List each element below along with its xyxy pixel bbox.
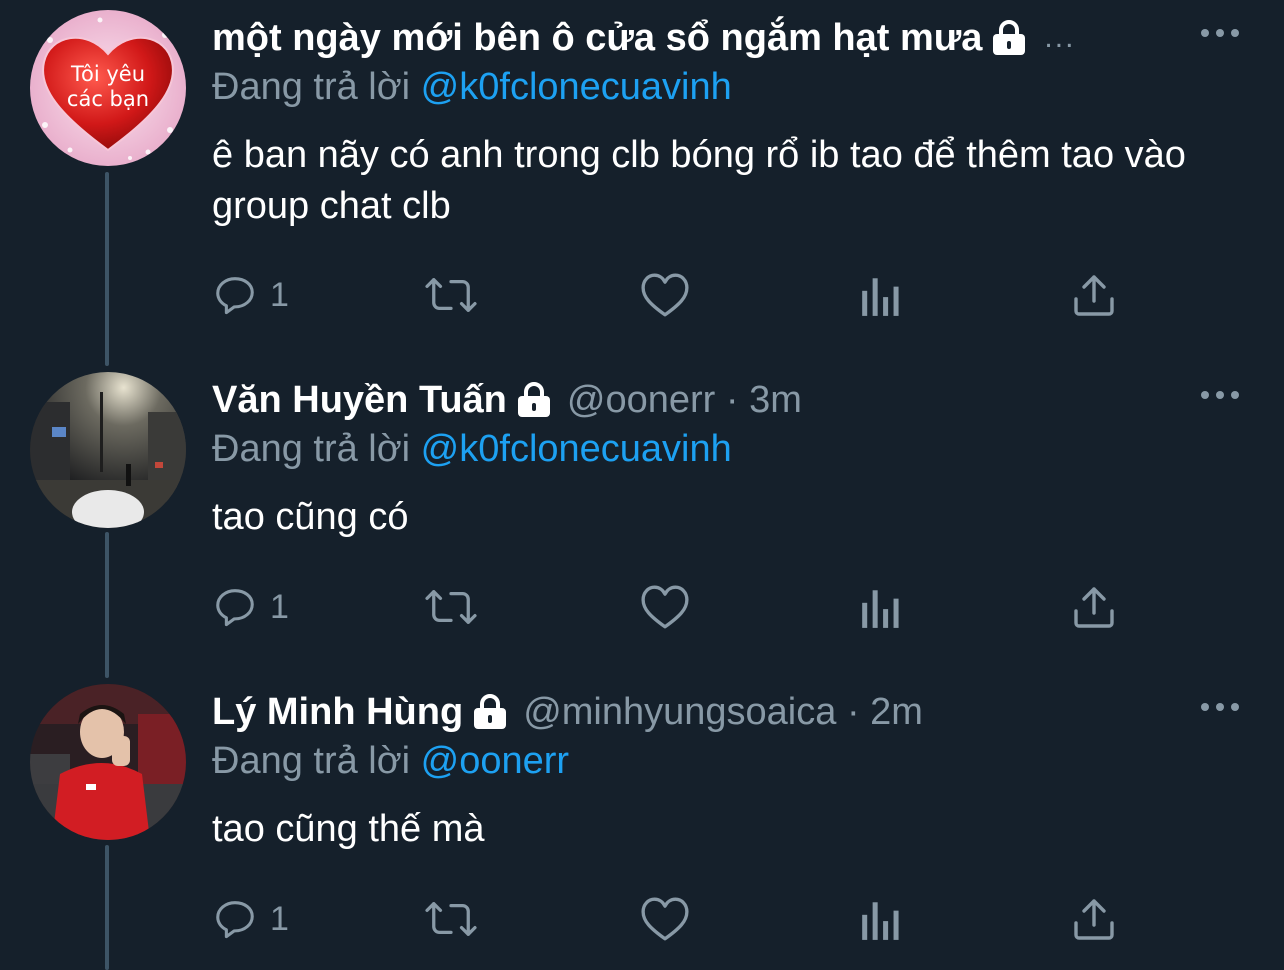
retweet-button[interactable] bbox=[424, 582, 478, 632]
analytics-button[interactable] bbox=[860, 270, 902, 320]
reply-button[interactable]: 1 bbox=[212, 894, 289, 944]
tweet[interactable]: Văn Huyền Tuấn @oonerr · 3m Đang trả lời… bbox=[0, 372, 1284, 662]
tweet[interactable]: Lý Minh Hùng @minhyungsoaica · 2m Đang t… bbox=[0, 684, 1284, 970]
reply-count: 1 bbox=[270, 587, 289, 626]
display-name[interactable]: Lý Minh Hùng bbox=[212, 691, 463, 734]
analytics-button[interactable] bbox=[860, 894, 902, 944]
share-button[interactable] bbox=[1072, 270, 1116, 320]
replying-to-label: Đang trả lời bbox=[212, 66, 411, 108]
tweet[interactable]: Tôi yêu các bạn một ngày mới bên ô cửa s… bbox=[0, 10, 1284, 340]
share-icon bbox=[1074, 587, 1114, 628]
avatar[interactable]: Tôi yêu các bạn bbox=[30, 10, 186, 166]
retweet-icon bbox=[425, 278, 477, 312]
heart-icon bbox=[641, 897, 689, 941]
timestamp[interactable]: 3m bbox=[749, 379, 802, 421]
more-options-icon[interactable] bbox=[1200, 28, 1240, 38]
person-red-jacket-avatar-icon bbox=[30, 684, 186, 840]
avatar[interactable] bbox=[30, 372, 186, 528]
replying-to: Đang trả lời @k0fclonecuavinh bbox=[212, 66, 732, 109]
replying-to: Đang trả lời @k0fclonecuavinh bbox=[212, 428, 732, 471]
share-icon bbox=[1074, 275, 1114, 316]
retweet-icon bbox=[425, 590, 477, 624]
tweet-text: tao cũng có bbox=[212, 496, 409, 538]
reply-button[interactable]: 1 bbox=[212, 270, 289, 320]
like-button[interactable] bbox=[640, 894, 690, 944]
replying-to-label: Đang trả lời bbox=[212, 740, 411, 782]
lock-icon bbox=[515, 382, 553, 418]
share-button[interactable] bbox=[1072, 582, 1116, 632]
analytics-button[interactable] bbox=[860, 582, 902, 632]
mention-link[interactable]: @oonerr bbox=[421, 740, 569, 782]
tweet-actions: 1 bbox=[212, 582, 1132, 632]
retweet-button[interactable] bbox=[424, 270, 478, 320]
handle[interactable]: @minhyungsoaica bbox=[523, 691, 836, 733]
lock-icon bbox=[990, 20, 1028, 56]
reply-icon bbox=[216, 277, 254, 315]
analytics-icon bbox=[862, 590, 899, 628]
lock-icon bbox=[471, 694, 509, 730]
tweet-meta: @minhyungsoaica · 2m bbox=[523, 691, 923, 734]
separator-dot: · bbox=[846, 690, 860, 733]
like-button[interactable] bbox=[640, 582, 690, 632]
truncation-ellipsis: ... bbox=[1044, 21, 1076, 54]
more-options-icon[interactable] bbox=[1200, 390, 1240, 400]
tweet-header: Lý Minh Hùng @minhyungsoaica · 2m bbox=[212, 684, 923, 740]
analytics-icon bbox=[862, 902, 899, 940]
share-button[interactable] bbox=[1072, 894, 1116, 944]
timestamp[interactable]: 2m bbox=[870, 691, 923, 733]
retweet-icon bbox=[425, 902, 477, 936]
more-options-icon[interactable] bbox=[1200, 702, 1240, 712]
avatar[interactable] bbox=[30, 684, 186, 840]
reply-thread: Tôi yêu các bạn một ngày mới bên ô cửa s… bbox=[0, 0, 1284, 970]
avatar-caption: Tôi yêu các bạn bbox=[66, 62, 150, 111]
analytics-icon bbox=[862, 278, 899, 316]
retweet-button[interactable] bbox=[424, 894, 478, 944]
share-icon bbox=[1074, 899, 1114, 940]
tweet-header: một ngày mới bên ô cửa sổ ngắm hạt mưa .… bbox=[212, 10, 1075, 66]
mention-link[interactable]: @k0fclonecuavinh bbox=[421, 66, 732, 108]
reply-count: 1 bbox=[270, 899, 289, 938]
separator-dot: · bbox=[725, 378, 739, 421]
display-name[interactable]: Văn Huyền Tuấn bbox=[212, 379, 507, 422]
reply-button[interactable]: 1 bbox=[212, 582, 289, 632]
tweet-text: ê ban nãy có anh trong clb bóng rổ ib ta… bbox=[212, 134, 1186, 227]
tweet-actions: 1 bbox=[212, 270, 1132, 320]
mention-link[interactable]: @k0fclonecuavinh bbox=[421, 428, 732, 470]
like-button[interactable] bbox=[640, 270, 690, 320]
tweet-actions: 1 bbox=[212, 894, 1132, 944]
handle[interactable]: @oonerr bbox=[567, 379, 715, 421]
replying-to-label: Đang trả lời bbox=[212, 428, 411, 470]
tweet-text: tao cũng thế mà bbox=[212, 808, 485, 850]
reply-count: 1 bbox=[270, 275, 289, 314]
tweet-meta: @oonerr · 3m bbox=[567, 379, 802, 422]
night-street-photo-avatar-icon bbox=[30, 372, 186, 528]
replying-to: Đang trả lời @oonerr bbox=[212, 740, 569, 783]
tweet-header: Văn Huyền Tuấn @oonerr · 3m bbox=[212, 372, 802, 428]
reply-icon bbox=[216, 901, 254, 939]
display-name[interactable]: một ngày mới bên ô cửa sổ ngắm hạt mưa bbox=[212, 17, 982, 60]
reply-icon bbox=[216, 589, 254, 627]
heart-icon bbox=[641, 273, 689, 317]
heart-icon bbox=[641, 585, 689, 629]
